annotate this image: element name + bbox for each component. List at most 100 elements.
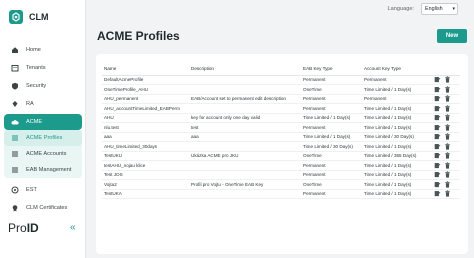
table-row[interactable]: AHU_timeLimited_30days Time Limited / 30 … bbox=[102, 142, 460, 152]
trash-icon[interactable] bbox=[443, 76, 451, 84]
cell-description bbox=[189, 189, 301, 199]
trash-icon[interactable] bbox=[443, 171, 451, 179]
trash-icon[interactable] bbox=[443, 123, 451, 131]
cell-account-key-type: Time Limited / 1 Day(s) bbox=[364, 124, 412, 130]
cell-description bbox=[189, 85, 301, 95]
edit-icon[interactable] bbox=[433, 142, 441, 150]
sidebar-item-tenants[interactable]: Tenants bbox=[4, 60, 82, 76]
cell-eab-key-type: OneTime bbox=[303, 181, 322, 187]
trash-icon[interactable] bbox=[443, 133, 451, 141]
cell-name: TestUKU bbox=[104, 153, 123, 159]
est-icon bbox=[11, 186, 19, 194]
collapse-sidebar-icon[interactable]: « bbox=[70, 222, 76, 233]
sidebar-item-label: ACME Accounts bbox=[26, 151, 67, 157]
table-row[interactable]: nlu.test test Permanent Time Limited / 1 Da… bbox=[102, 123, 460, 133]
trash-icon[interactable] bbox=[443, 161, 451, 169]
column-header-name[interactable]: Name bbox=[102, 63, 189, 76]
sidebar-item-acme-accounts[interactable]: ACME Accounts bbox=[4, 146, 82, 162]
row-actions bbox=[431, 190, 451, 198]
cell-actions bbox=[429, 94, 460, 104]
sidebar-item-security[interactable]: Security bbox=[4, 78, 82, 94]
cell-actions bbox=[429, 113, 460, 123]
column-header-description[interactable]: Description bbox=[189, 63, 301, 76]
row-actions bbox=[431, 95, 451, 103]
edit-icon[interactable] bbox=[433, 76, 441, 84]
trash-icon[interactable] bbox=[443, 85, 451, 93]
sidebar-item-clm-certificates[interactable]: CLM Certificates bbox=[4, 200, 82, 216]
cloud-icon bbox=[11, 118, 19, 126]
edit-icon[interactable] bbox=[433, 133, 441, 141]
column-header-eab-key-type[interactable]: EAB Key Type bbox=[301, 63, 362, 76]
cell-account-key-type: Time Limited / 1 Day(s) bbox=[364, 181, 412, 187]
cell-actions bbox=[429, 132, 460, 142]
acme-subnav: ACME Profiles ACME Accounts EAB Manageme… bbox=[4, 130, 82, 178]
edit-icon[interactable] bbox=[433, 114, 441, 122]
list-icon bbox=[11, 134, 19, 142]
cell-actions bbox=[429, 123, 460, 133]
sidebar-item-ra[interactable]: RA bbox=[4, 96, 82, 112]
trash-icon[interactable] bbox=[443, 152, 451, 160]
table-row[interactable]: AHU_accountTimeLimited_EABPerm Permanent T… bbox=[102, 104, 460, 113]
edit-icon[interactable] bbox=[433, 161, 441, 169]
sidebar-item-eab-management[interactable]: EAB Management bbox=[4, 162, 82, 178]
edit-icon[interactable] bbox=[433, 180, 441, 188]
table-row[interactable]: testAHU_nojau klice Permanent Time Limited… bbox=[102, 161, 460, 171]
trash-icon[interactable] bbox=[443, 95, 451, 103]
cell-name: testAHU_nojau klice bbox=[104, 162, 146, 168]
language-select[interactable]: English ▾ bbox=[421, 3, 458, 15]
table-row[interactable]: AHU_permanent EAB/Account set to permanen… bbox=[102, 94, 460, 104]
cell-account-key-type: Permanent bbox=[364, 77, 387, 83]
row-actions bbox=[431, 161, 451, 169]
sidebar: CLM Home Tenants Security RA ACME ACME P… bbox=[0, 0, 86, 258]
row-actions bbox=[431, 133, 451, 141]
column-header-account-key-type[interactable]: Account Key Type bbox=[362, 63, 429, 76]
cell-name: aaa bbox=[104, 134, 112, 140]
brand-name: CLM bbox=[29, 12, 49, 22]
sidebar-item-label: Home bbox=[26, 47, 41, 53]
table-row[interactable]: aaa aaa Time Limited / 1 Day(s) Time Limite… bbox=[102, 132, 460, 142]
cell-description bbox=[189, 142, 301, 152]
table-row[interactable]: OneTimeProfile_AHU OneTime Time Limited / … bbox=[102, 85, 460, 95]
cell-name: TestUKA bbox=[104, 191, 122, 197]
sidebar-item-est[interactable]: EST bbox=[4, 182, 82, 198]
trash-icon[interactable] bbox=[443, 180, 451, 188]
cell-actions bbox=[429, 161, 460, 171]
sidebar-item-home[interactable]: Home bbox=[4, 42, 82, 58]
table-row[interactable]: TestUKU Ukázka ACME pro JKU OneTime Time Li… bbox=[102, 151, 460, 161]
edit-icon[interactable] bbox=[433, 152, 441, 160]
cell-account-key-type: Time Limited / 1 Day(s) bbox=[364, 172, 412, 178]
list-icon bbox=[11, 166, 19, 174]
row-actions bbox=[431, 171, 451, 179]
sidebar-item-acme-profiles[interactable]: ACME Profiles bbox=[4, 130, 82, 146]
edit-icon[interactable] bbox=[433, 85, 441, 93]
cell-account-key-type: Time Limited / 1 Day(s) bbox=[364, 162, 412, 168]
trash-icon[interactable] bbox=[443, 114, 451, 122]
sidebar-item-label: Tenants bbox=[26, 65, 46, 71]
cell-account-key-type: Time Limited / 365 Day(s) bbox=[364, 153, 417, 159]
cell-actions bbox=[429, 142, 460, 152]
trash-icon[interactable] bbox=[443, 190, 451, 198]
trash-icon[interactable] bbox=[443, 142, 451, 150]
cell-actions bbox=[429, 189, 460, 199]
cell-name: AHU_timeLimited_30days bbox=[104, 143, 158, 149]
row-actions bbox=[431, 104, 451, 112]
table-row[interactable]: Vojta2 Profil pro Vojtu - OneTime EAB Key… bbox=[102, 180, 460, 189]
new-button[interactable]: New bbox=[437, 29, 467, 43]
proid-logo: ProID bbox=[8, 221, 39, 235]
edit-icon[interactable] bbox=[433, 190, 441, 198]
table-row[interactable]: Test JOS Permanent Time Limited / 1 Day(s) bbox=[102, 170, 460, 180]
edit-icon[interactable] bbox=[433, 95, 441, 103]
topbar: Language: English ▾ bbox=[86, 0, 474, 20]
table-row[interactable]: DefaultAcmeProfile Permanent Permanent bbox=[102, 75, 460, 85]
edit-icon[interactable] bbox=[433, 171, 441, 179]
table-row[interactable]: AHU key for account only one day valid Tim… bbox=[102, 113, 460, 123]
brand[interactable]: CLM bbox=[9, 10, 49, 24]
table-row[interactable]: TestUKA Permanent Time Limited / 1 Day(s) bbox=[102, 189, 460, 199]
edit-icon[interactable] bbox=[433, 123, 441, 131]
logo-pro: Pro bbox=[8, 221, 27, 235]
edit-icon[interactable] bbox=[433, 104, 441, 112]
trash-icon[interactable] bbox=[443, 104, 451, 112]
cell-eab-key-type: Permanent bbox=[303, 172, 326, 178]
sidebar-item-acme[interactable]: ACME bbox=[4, 114, 82, 130]
row-actions bbox=[431, 152, 451, 160]
